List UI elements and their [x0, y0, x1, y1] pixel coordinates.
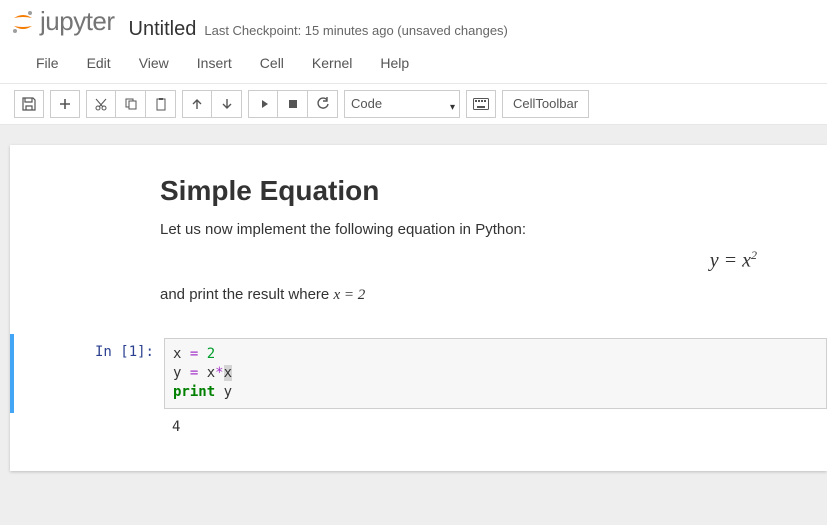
logo-text: jupyter: [40, 6, 115, 37]
code-editor[interactable]: x = 2y = x*xprint y: [164, 338, 827, 409]
notebook-area: Simple Equation Let us now implement the…: [0, 125, 827, 525]
run-group: [248, 90, 338, 118]
copy-icon: [124, 97, 138, 111]
menu-file[interactable]: File: [22, 49, 73, 77]
paste-button[interactable]: [146, 90, 176, 118]
interrupt-button[interactable]: [278, 90, 308, 118]
menu-help[interactable]: Help: [366, 49, 423, 77]
heading: Simple Equation: [160, 175, 807, 207]
menu-edit[interactable]: Edit: [73, 49, 125, 77]
jupyter-logo-icon: [10, 9, 36, 35]
command-palette-button[interactable]: [466, 90, 496, 118]
markdown-cell[interactable]: Simple Equation Let us now implement the…: [10, 175, 827, 335]
menubar: File Edit View Insert Cell Kernel Help: [0, 45, 827, 84]
move-down-button[interactable]: [212, 90, 242, 118]
restart-icon: [316, 97, 330, 111]
output-text: 4: [164, 413, 827, 441]
input-prompt: In [1]:: [14, 338, 164, 409]
run-icon: [257, 98, 269, 110]
cell-type-select[interactable]: Code: [344, 90, 460, 118]
paragraph-2: and print the result where x = 2: [160, 286, 807, 304]
code-cell[interactable]: In [1]: x = 2y = x*xprint y: [10, 334, 827, 413]
copy-button[interactable]: [116, 90, 146, 118]
header: jupyter Untitled Last Checkpoint: 15 min…: [0, 0, 827, 45]
save-button[interactable]: [14, 90, 44, 118]
cut-button[interactable]: [86, 90, 116, 118]
move-group: [182, 90, 242, 118]
keyboard-icon: [473, 98, 489, 110]
menu-cell[interactable]: Cell: [246, 49, 298, 77]
move-up-button[interactable]: [182, 90, 212, 118]
title-area: Untitled Last Checkpoint: 15 minutes ago…: [129, 18, 508, 41]
notebook: Simple Equation Let us now implement the…: [10, 145, 827, 471]
scissors-icon: [94, 97, 108, 111]
toolbar: Code CellToolbar: [0, 84, 827, 125]
edit-group: [86, 90, 176, 118]
output-area: 4: [10, 413, 827, 441]
equation-display: y = x2: [160, 248, 807, 273]
menu-kernel[interactable]: Kernel: [298, 49, 366, 77]
arrow-down-icon: [221, 98, 233, 110]
arrow-up-icon: [191, 98, 203, 110]
plus-icon: [59, 98, 71, 110]
celltoolbar-button[interactable]: CellToolbar: [502, 90, 589, 118]
menu-view[interactable]: View: [125, 49, 183, 77]
stop-icon: [287, 98, 299, 110]
menu-insert[interactable]: Insert: [183, 49, 246, 77]
paste-icon: [154, 97, 168, 111]
insert-cell-button[interactable]: [50, 90, 80, 118]
notebook-title[interactable]: Untitled: [129, 18, 197, 41]
cell-type-value: Code: [351, 96, 382, 111]
output-prompt: [10, 413, 164, 441]
save-icon: [22, 97, 36, 111]
run-button[interactable]: [248, 90, 278, 118]
jupyter-logo: jupyter: [10, 6, 115, 37]
checkpoint-text: Last Checkpoint: 15 minutes ago (unsaved…: [204, 23, 508, 38]
paragraph-1: Let us now implement the following equat…: [160, 221, 807, 238]
celltoolbar-label: CellToolbar: [513, 96, 578, 111]
restart-button[interactable]: [308, 90, 338, 118]
